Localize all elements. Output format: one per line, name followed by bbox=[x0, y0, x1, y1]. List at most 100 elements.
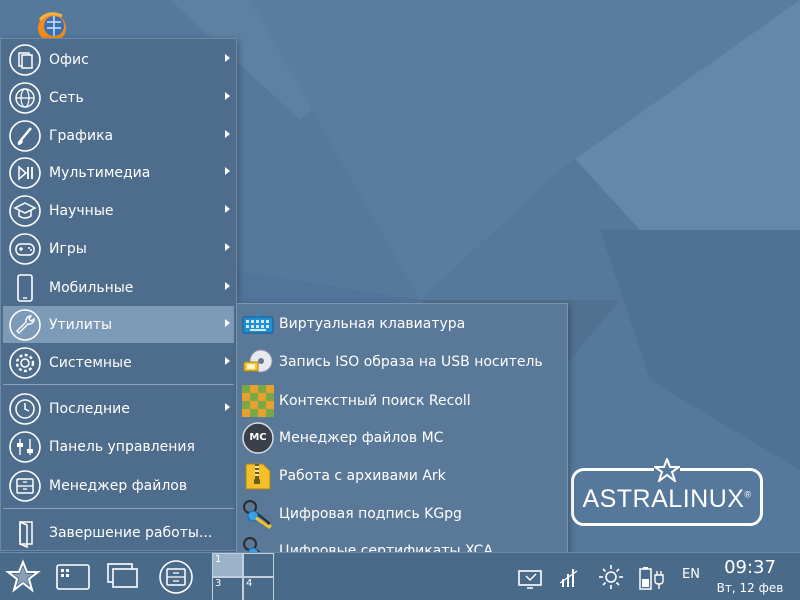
mc-icon-label: MC bbox=[249, 432, 267, 443]
desktop-number: 4 bbox=[246, 578, 253, 589]
menu-item-network[interactable]: Сеть bbox=[3, 79, 234, 116]
desktop-3[interactable]: 3 bbox=[212, 577, 243, 600]
desktop-number: 3 bbox=[215, 578, 222, 589]
submenu-arrow-icon bbox=[225, 357, 230, 365]
menu-item-label: Научные bbox=[49, 202, 114, 219]
submenu-arrow-icon bbox=[225, 403, 230, 411]
submenu-item-virtual-keyboard[interactable]: Виртуальная клавиатура bbox=[241, 307, 563, 341]
desktop-4[interactable]: 4 bbox=[243, 577, 274, 600]
submenu-arrow-icon bbox=[225, 92, 230, 100]
menu-item-label: Панель управления bbox=[49, 438, 195, 455]
menu-item-label: Мультимедиа bbox=[49, 164, 151, 181]
menu-separator bbox=[3, 384, 234, 385]
monitor-icon bbox=[518, 570, 542, 589]
logo-text: ASTRALINUX® bbox=[582, 485, 752, 513]
menu-item-science[interactable]: Научные bbox=[3, 192, 234, 229]
menu-item-label: Менеджер файлов bbox=[49, 477, 188, 494]
checker-icon bbox=[242, 385, 274, 417]
menu-item-recent[interactable]: Последние bbox=[3, 390, 234, 427]
battery-plug-icon bbox=[639, 567, 664, 590]
taskbar: 1 2 3 4 EN 09:37 Вт, 12 фев bbox=[0, 552, 800, 600]
submenu-item-ark[interactable]: Работа с архивами Ark bbox=[241, 459, 563, 493]
submenu-arrow-icon bbox=[225, 319, 230, 327]
submenu-item-kgpg[interactable]: Цифровая подпись KGpg bbox=[241, 497, 563, 531]
app-launcher-button[interactable] bbox=[55, 559, 91, 595]
menu-item-label: Сеть bbox=[49, 89, 84, 106]
submenu-arrow-icon bbox=[225, 282, 230, 290]
utilities-submenu: Виртуальная клавиатура Запись ISO образа… bbox=[236, 303, 568, 566]
submenu-arrow-icon bbox=[225, 243, 230, 251]
submenu-item-label: Запись ISO образа на USB носитель bbox=[279, 354, 543, 370]
astralinux-logo: ASTRALINUX® bbox=[571, 458, 763, 526]
menu-item-file-manager[interactable]: Менеджер файлов bbox=[3, 467, 234, 504]
submenu-item-label: Работа с архивами Ark bbox=[279, 468, 446, 484]
clock-icon bbox=[9, 392, 41, 425]
submenu-item-iso-to-usb[interactable]: Запись ISO образа на USB носитель bbox=[241, 345, 563, 379]
network-tray-button[interactable] bbox=[555, 561, 585, 593]
exit-door-icon bbox=[19, 520, 33, 548]
submenu-item-mc[interactable]: MC Менеджер файлов MC bbox=[241, 421, 563, 455]
submenu-item-recoll-search[interactable]: Контекстный поиск Recoll bbox=[241, 384, 563, 418]
submenu-item-label: Менеджер файлов MC bbox=[279, 430, 444, 446]
submenu-arrow-icon bbox=[225, 167, 230, 175]
menu-item-label: Графика bbox=[49, 127, 114, 144]
clock-time[interactable]: 09:37 bbox=[708, 557, 792, 578]
menu-item-label: Утилиты bbox=[49, 316, 113, 333]
star-icon bbox=[5, 559, 41, 593]
display-tray-button[interactable] bbox=[515, 561, 547, 593]
menu-item-control-panel[interactable]: Панель управления bbox=[3, 428, 234, 465]
menu-item-label: Мобильные bbox=[49, 279, 134, 296]
logo-star-icon bbox=[654, 458, 680, 482]
control-panel-icon bbox=[9, 430, 41, 463]
menu-item-label: Офис bbox=[49, 51, 89, 68]
windows-icon bbox=[107, 563, 138, 588]
play-pause-icon bbox=[9, 156, 41, 189]
menu-item-office[interactable]: Офис bbox=[3, 41, 234, 78]
network-signal-icon bbox=[559, 569, 578, 587]
power-tray-button[interactable] bbox=[635, 561, 669, 593]
logo-registered-mark: ® bbox=[744, 489, 752, 500]
desktop-number: 1 bbox=[215, 554, 222, 565]
gear-icon bbox=[9, 346, 41, 379]
menu-item-label: Завершение работы... bbox=[49, 524, 213, 541]
submenu-item-label: Цифровая подпись KGpg bbox=[279, 506, 462, 522]
desktop-pager: 1 2 3 4 bbox=[212, 553, 274, 600]
menu-item-multimedia[interactable]: Мультимедиа bbox=[3, 154, 234, 191]
brightness-tray-button[interactable] bbox=[595, 561, 627, 593]
mc-icon: MC bbox=[241, 421, 275, 455]
menu-item-label: Игры bbox=[49, 240, 87, 257]
keyboard-layout-indicator[interactable]: EN bbox=[682, 567, 700, 582]
file-cabinet-icon bbox=[9, 469, 41, 502]
menu-separator bbox=[3, 508, 234, 509]
menu-item-utilities[interactable]: Утилиты bbox=[3, 306, 234, 343]
desktop-2[interactable]: 2 bbox=[243, 553, 274, 577]
menu-item-shutdown[interactable]: Завершение работы... bbox=[3, 514, 234, 551]
usb-disc-icon bbox=[243, 349, 273, 373]
submenu-arrow-icon bbox=[225, 205, 230, 213]
brightness-icon bbox=[599, 565, 623, 589]
menu-item-label: Последние bbox=[49, 400, 130, 417]
start-menu: Офис Сеть Графика Мультимедиа Научные Иг… bbox=[0, 38, 237, 551]
archive-icon bbox=[245, 463, 271, 490]
keyboard-icon bbox=[242, 311, 274, 334]
keys-icon bbox=[243, 500, 273, 529]
graduation-cap-icon bbox=[9, 194, 41, 227]
submenu-arrow-icon bbox=[225, 130, 230, 138]
desktop-1[interactable]: 1 bbox=[212, 553, 243, 577]
menu-item-system[interactable]: Системные bbox=[3, 344, 234, 381]
start-button[interactable] bbox=[5, 559, 41, 595]
menu-item-games[interactable]: Игры bbox=[3, 230, 234, 267]
brush-icon bbox=[9, 119, 41, 152]
submenu-item-label: Виртуальная клавиатура bbox=[279, 316, 466, 332]
show-windows-button[interactable] bbox=[105, 559, 141, 595]
globe-icon bbox=[9, 81, 41, 114]
menu-item-mobile[interactable]: Мобильные bbox=[3, 269, 234, 306]
phone-icon bbox=[17, 273, 33, 302]
clock-date[interactable]: Вт, 12 фев bbox=[708, 581, 792, 595]
menu-item-label: Системные bbox=[49, 354, 132, 371]
desktop-browser-icon[interactable] bbox=[28, 6, 80, 42]
file-manager-button[interactable] bbox=[158, 559, 194, 595]
gamepad-icon bbox=[9, 232, 41, 265]
menu-item-graphics[interactable]: Графика bbox=[3, 117, 234, 154]
submenu-arrow-icon bbox=[225, 54, 230, 62]
